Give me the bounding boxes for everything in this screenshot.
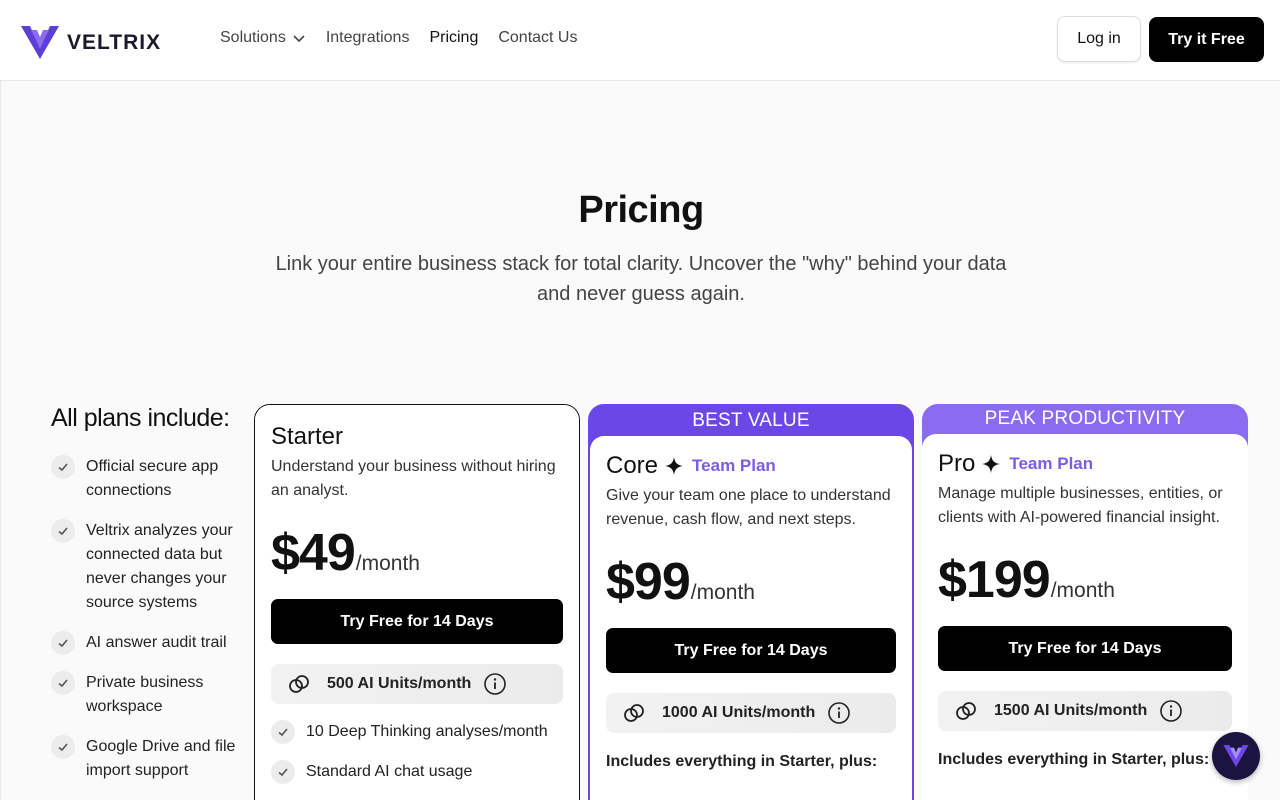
include-text: Google Drive and file import support	[86, 738, 236, 779]
info-icon[interactable]	[483, 672, 507, 696]
pricing-section: Pricing Link your entire business stack …	[0, 81, 1280, 800]
plan-period: /month	[355, 552, 420, 575]
plan-header: Pro Team Plan	[938, 450, 1232, 478]
link-rings-icon	[624, 704, 644, 722]
plan-price: $199	[938, 551, 1051, 609]
plan-card-body: Pro Team Plan Manage multiple businesses…	[922, 434, 1248, 800]
start-trial-button[interactable]: Try Free for 14 Days	[606, 628, 896, 673]
plan-name: Core	[606, 452, 659, 479]
feature-item: 10 Deep Thinking analyses/month	[271, 720, 563, 744]
list-item: AI answer audit trail	[51, 631, 236, 655]
nav-links: Solutions Integrations Pricing Contact U…	[220, 29, 597, 47]
include-text: Private business workspace	[86, 674, 204, 715]
price-row: $199 /month	[938, 550, 1232, 610]
feature-text: 10 Deep Thinking analyses/month	[306, 723, 548, 740]
include-text: Veltrix analyzes your connected data but…	[86, 522, 233, 611]
check-icon	[271, 760, 295, 784]
plan-card-body: Core Team Plan Give your team one place …	[590, 436, 912, 800]
feature-item: Standard AI chat usage	[271, 760, 563, 784]
plan-header: Core Team Plan	[606, 452, 896, 480]
link-rings-icon	[956, 702, 976, 720]
nav-item-contact[interactable]: Contact Us	[498, 29, 577, 47]
plan-description: Manage multiple businesses, entities, or…	[938, 485, 1223, 526]
plan-description: Give your team one place to understand r…	[606, 487, 891, 528]
ai-units-text: 500 AI Units/month	[327, 675, 472, 692]
price-row: $99 /month	[606, 552, 896, 612]
plan-period: /month	[690, 581, 755, 604]
check-icon	[51, 735, 75, 759]
includes-title: All plans include:	[51, 404, 230, 432]
nav-item-pricing[interactable]: Pricing	[429, 29, 478, 47]
price-row: $49 /month	[271, 523, 563, 583]
check-icon	[51, 455, 75, 479]
page-subtitle: Link your entire business stack for tota…	[275, 253, 1007, 305]
list-item: Google Drive and file import support	[51, 735, 236, 783]
chat-launcher-button[interactable]	[1212, 732, 1260, 780]
plan-header: Starter	[271, 423, 563, 451]
link-rings-icon	[289, 675, 309, 693]
ai-units-row: 1000 AI Units/month	[606, 693, 896, 733]
check-icon	[51, 631, 75, 655]
includes-list: Official secure app connections Veltrix …	[51, 455, 236, 783]
start-trial-button[interactable]: Try Free for 14 Days	[271, 599, 563, 644]
plan-price: $49	[271, 524, 356, 582]
plan-card-body: Starter Understand your business without…	[255, 405, 579, 800]
peak-productivity-banner: PEAK PRODUCTIVITY	[984, 408, 1186, 429]
nav-item-solutions[interactable]: Solutions	[220, 29, 306, 47]
page-title: Pricing	[578, 189, 704, 231]
include-text: AI answer audit trail	[86, 634, 227, 651]
check-icon	[271, 720, 295, 744]
top-nav: VELTRIX Solutions Integrations Pricing C…	[0, 0, 1280, 81]
plan-name: Pro	[938, 450, 976, 477]
chat-launcher-icon	[1223, 745, 1249, 767]
brand-name: VELTRIX	[67, 30, 162, 54]
list-item: Veltrix analyzes your connected data but…	[51, 519, 236, 615]
ai-units-row: 1500 AI Units/month	[938, 691, 1232, 731]
include-text: Official secure app connections	[86, 458, 219, 499]
veltrix-logo-icon	[21, 26, 59, 59]
info-icon[interactable]	[1159, 699, 1183, 723]
feature-text: Standard AI chat usage	[306, 763, 473, 780]
chevron-down-icon	[293, 35, 305, 43]
start-trial-button[interactable]: Try Free for 14 Days	[938, 626, 1232, 671]
plan-card-core: BEST VALUE Core Team Plan Give your team…	[588, 404, 914, 800]
ai-units-row: 500 AI Units/month	[271, 664, 563, 704]
plan-card-starter: Starter Understand your business without…	[254, 404, 580, 800]
check-icon	[51, 671, 75, 695]
info-icon[interactable]	[827, 701, 851, 725]
list-item: Private business workspace	[51, 671, 236, 719]
nav-item-label: Solutions	[220, 29, 286, 46]
try-free-button[interactable]: Try it Free	[1149, 17, 1264, 62]
ai-units-text: 1500 AI Units/month	[994, 702, 1148, 719]
sparkle-icon	[665, 457, 684, 475]
plan-price: $99	[606, 553, 691, 611]
team-plan-label: Team Plan	[692, 456, 776, 475]
plan-name: Starter	[271, 423, 344, 450]
includes-everything-label: Includes everything in Starter, plus:	[938, 751, 1210, 768]
nav-item-integrations[interactable]: Integrations	[326, 29, 410, 47]
login-button[interactable]: Log in	[1057, 16, 1141, 62]
sparkle-icon	[982, 455, 1001, 473]
best-value-banner: BEST VALUE	[692, 410, 810, 431]
plan-description: Understand your business without hiring …	[271, 458, 556, 499]
brand-logo[interactable]: VELTRIX	[21, 26, 161, 59]
all-plans-include: All plans include: Official secure app c…	[51, 404, 236, 799]
team-plan-label: Team Plan	[1009, 454, 1094, 473]
check-icon	[51, 519, 75, 543]
ai-units-text: 1000 AI Units/month	[662, 704, 816, 721]
plan-period: /month	[1050, 579, 1115, 602]
includes-everything-label: Includes everything in Starter, plus:	[606, 753, 878, 770]
list-item: Official secure app connections	[51, 455, 236, 503]
plan-card-pro: PEAK PRODUCTIVITY Pro Team Plan Manage m…	[922, 404, 1248, 800]
